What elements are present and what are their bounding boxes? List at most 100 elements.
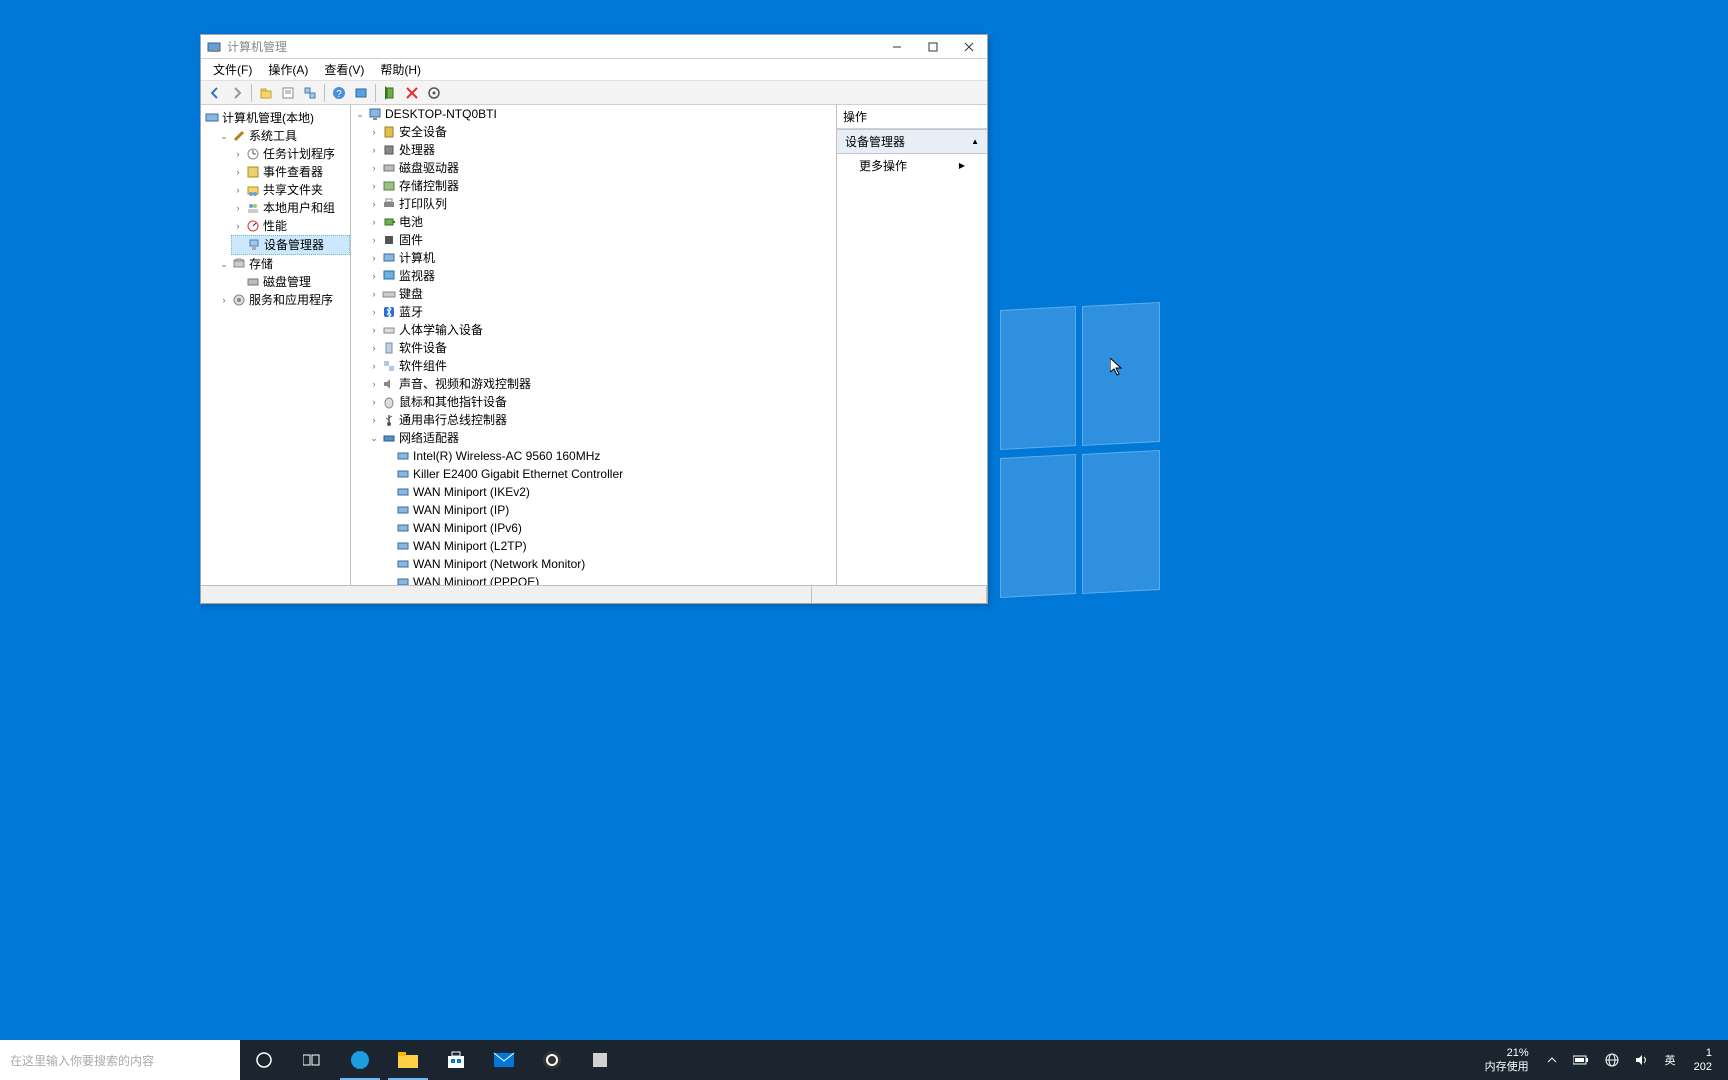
nic-ip[interactable]: ·WAN Miniport (IP) (381, 501, 836, 519)
refresh-scan-button[interactable] (351, 83, 371, 103)
dev-keyboard[interactable]: ›键盘 (367, 285, 836, 303)
close-button[interactable] (951, 35, 987, 59)
dev-battery[interactable]: ›电池 (367, 213, 836, 231)
menu-action[interactable]: 操作(A) (260, 59, 316, 80)
dev-network-adapters[interactable]: ⌄网络适配器 (367, 429, 836, 447)
expand-icon[interactable]: › (233, 203, 243, 213)
minimize-button[interactable] (879, 35, 915, 59)
menu-file[interactable]: 文件(F) (205, 59, 260, 80)
nic-intel[interactable]: ·Intel(R) Wireless-AC 9560 160MHz (381, 447, 836, 465)
expand-icon[interactable]: › (233, 221, 243, 231)
expand-icon[interactable]: › (369, 181, 379, 191)
tree-disk-management[interactable]: ›磁盘管理 (231, 273, 350, 291)
dev-bluetooth[interactable]: ›蓝牙 (367, 303, 836, 321)
expand-icon[interactable]: › (369, 397, 379, 407)
edge-icon[interactable] (336, 1040, 384, 1080)
dev-hid[interactable]: ›人体学输入设备 (367, 321, 836, 339)
tree-root[interactable]: 计算机管理(本地) (203, 109, 350, 127)
tree-services-apps[interactable]: › 服务和应用程序 (217, 291, 350, 309)
task-view-button[interactable] (288, 1040, 336, 1080)
expand-icon[interactable]: › (219, 295, 229, 305)
up-button[interactable] (256, 83, 276, 103)
dev-software-devices[interactable]: ›软件设备 (367, 339, 836, 357)
expand-icon[interactable]: › (369, 199, 379, 209)
expand-icon[interactable]: › (369, 145, 379, 155)
battery-tray-icon[interactable] (1569, 1055, 1593, 1065)
tree-task-scheduler[interactable]: ›任务计划程序 (231, 145, 350, 163)
tree-performance[interactable]: ›性能 (231, 217, 350, 235)
expand-icon[interactable]: › (233, 167, 243, 177)
expand-icon[interactable]: › (369, 163, 379, 173)
nic-ikev2[interactable]: ·WAN Miniport (IKEv2) (381, 483, 836, 501)
forward-button[interactable] (227, 83, 247, 103)
expand-icon[interactable]: › (369, 415, 379, 425)
actions-section[interactable]: 设备管理器 ▲ (837, 129, 987, 154)
collapse-icon[interactable]: ⌄ (219, 131, 229, 141)
expand-icon[interactable]: › (369, 271, 379, 281)
dev-usb[interactable]: ›通用串行总线控制器 (367, 411, 836, 429)
dev-sound[interactable]: ›声音、视频和游戏控制器 (367, 375, 836, 393)
nic-l2tp[interactable]: ·WAN Miniport (L2TP) (381, 537, 836, 555)
network-tray-icon[interactable] (1601, 1053, 1623, 1067)
tree-system-tools[interactable]: ⌄ 系统工具 (217, 127, 350, 145)
device-root-computer[interactable]: ⌄ DESKTOP-NTQ0BTI (353, 105, 836, 123)
file-explorer-icon[interactable] (384, 1040, 432, 1080)
expand-icon[interactable]: › (369, 379, 379, 389)
menu-view[interactable]: 查看(V) (316, 59, 372, 80)
expand-icon[interactable]: › (233, 185, 243, 195)
clock[interactable]: 1 202 (1688, 1046, 1718, 1074)
update-driver-button[interactable] (424, 83, 444, 103)
volume-tray-icon[interactable] (1631, 1053, 1653, 1067)
properties-button[interactable] (278, 83, 298, 103)
obs-icon[interactable] (528, 1040, 576, 1080)
expand-icon[interactable]: › (233, 149, 243, 159)
memory-indicator[interactable]: 21% 内存使用 (1479, 1046, 1535, 1074)
help-button[interactable]: ? (329, 83, 349, 103)
expand-icon[interactable]: › (369, 325, 379, 335)
store-icon[interactable] (432, 1040, 480, 1080)
dev-monitor[interactable]: ›监视器 (367, 267, 836, 285)
nic-netmon[interactable]: ·WAN Miniport (Network Monitor) (381, 555, 836, 573)
expand-icon[interactable]: › (369, 289, 379, 299)
dev-software-components[interactable]: ›软件组件 (367, 357, 836, 375)
tree-local-users[interactable]: ›本地用户和组 (231, 199, 350, 217)
app-icon[interactable] (576, 1040, 624, 1080)
collapse-triangle-icon[interactable]: ▲ (971, 137, 979, 146)
taskbar-search[interactable]: 在这里输入你要搜索的内容 (0, 1040, 240, 1080)
mail-icon[interactable] (480, 1040, 528, 1080)
console-tree-pane[interactable]: 计算机管理(本地) ⌄ 系统工具 ›任务计划程序 ›事件查看器 (201, 105, 351, 585)
expand-icon[interactable]: › (369, 127, 379, 137)
ime-indicator[interactable]: 英 (1661, 1052, 1680, 1068)
dev-disk-drives[interactable]: ›磁盘驱动器 (367, 159, 836, 177)
device-tree-pane[interactable]: ⌄ DESKTOP-NTQ0BTI ›安全设备 ›处理器 ›磁盘驱动器 ›存储控… (351, 105, 837, 585)
maximize-button[interactable] (915, 35, 951, 59)
expand-icon[interactable]: › (369, 235, 379, 245)
collapse-icon[interactable]: ⌄ (369, 433, 379, 443)
dev-print-queue[interactable]: ›打印队列 (367, 195, 836, 213)
dev-computers[interactable]: ›计算机 (367, 249, 836, 267)
expand-icon[interactable]: › (369, 343, 379, 353)
dev-processor[interactable]: ›处理器 (367, 141, 836, 159)
tree-shared-folders[interactable]: ›共享文件夹 (231, 181, 350, 199)
expand-icon[interactable]: › (369, 307, 379, 317)
titlebar[interactable]: 计算机管理 (201, 35, 987, 59)
dev-mouse[interactable]: ›鼠标和其他指针设备 (367, 393, 836, 411)
expand-icon[interactable]: › (369, 217, 379, 227)
show-hide-button[interactable] (300, 83, 320, 103)
nic-pppoe[interactable]: ·WAN Miniport (PPPOE) (381, 573, 836, 585)
menu-help[interactable]: 帮助(H) (372, 59, 429, 80)
collapse-icon[interactable]: ⌄ (355, 109, 365, 119)
dev-security[interactable]: ›安全设备 (367, 123, 836, 141)
actions-more[interactable]: 更多操作 ▶ (837, 154, 987, 177)
expand-icon[interactable]: › (369, 253, 379, 263)
expand-icon[interactable]: › (369, 361, 379, 371)
nic-ipv6[interactable]: ·WAN Miniport (IPv6) (381, 519, 836, 537)
tree-device-manager[interactable]: ›设备管理器 (231, 235, 350, 255)
collapse-icon[interactable]: ⌄ (219, 259, 229, 269)
tree-storage[interactable]: ⌄ 存储 (217, 255, 350, 273)
tray-chevron-icon[interactable] (1543, 1055, 1561, 1065)
back-button[interactable] (205, 83, 225, 103)
tree-event-viewer[interactable]: ›事件查看器 (231, 163, 350, 181)
dev-storage-ctrl[interactable]: ›存储控制器 (367, 177, 836, 195)
dev-firmware[interactable]: ›固件 (367, 231, 836, 249)
